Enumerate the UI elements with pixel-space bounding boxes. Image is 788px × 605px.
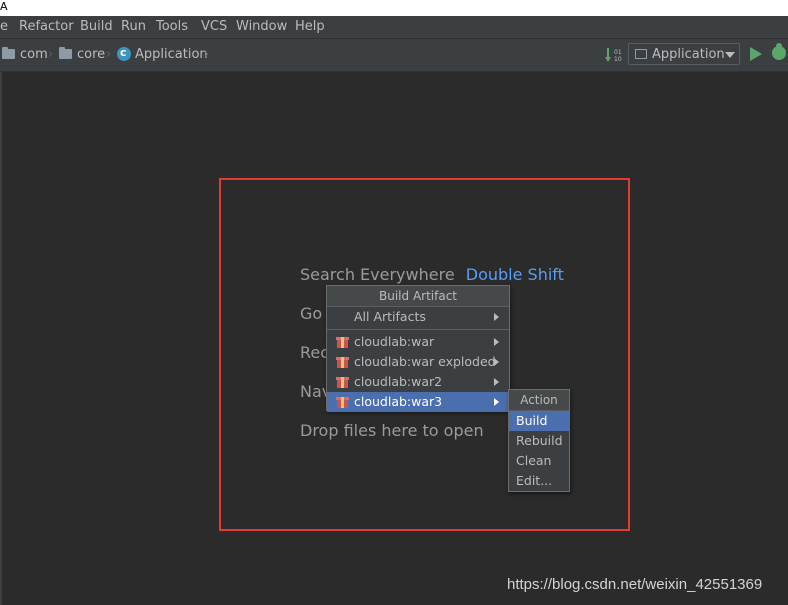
menu-item-help[interactable]: Help <box>295 19 325 34</box>
run-config-icon <box>635 49 647 59</box>
folder-icon <box>59 47 72 59</box>
chevron-right-icon: › <box>106 47 112 62</box>
class-icon: c <box>117 46 131 61</box>
debug-icon[interactable] <box>772 43 786 60</box>
left-tool-strip <box>0 72 2 605</box>
menu-item-tools[interactable]: Tools <box>156 19 188 34</box>
breadcrumb-application[interactable]: Application <box>135 47 208 62</box>
highlight-frame <box>219 178 630 531</box>
menu-item-vcs[interactable]: VCS <box>201 19 227 34</box>
chevron-right-icon: › <box>48 47 54 62</box>
menu-bar: e Refactor Build Run Tools VCS Window He… <box>0 16 788 39</box>
chevron-down-icon <box>725 52 735 58</box>
run-icon[interactable] <box>750 47 762 61</box>
menu-item-run[interactable]: Run <box>121 19 146 34</box>
watermark: https://blog.csdn.net/weixin_42551369 <box>507 576 763 593</box>
breadcrumb-core[interactable]: core <box>77 47 105 62</box>
window-title-fragment: A <box>0 0 8 13</box>
svg-text:01: 01 <box>614 49 622 56</box>
menu-item-file[interactable]: e <box>0 19 8 34</box>
menu-item-build[interactable]: Build <box>80 19 113 34</box>
sort-icon[interactable]: 01 10 <box>605 47 623 63</box>
run-configuration-dropdown[interactable]: Application <box>628 43 740 65</box>
menu-item-refactor[interactable]: Refactor <box>19 19 74 34</box>
window-title-strip: A <box>0 0 788 16</box>
breadcrumb-com[interactable]: com <box>20 47 48 62</box>
svg-text:10: 10 <box>614 56 622 63</box>
chevron-right-icon: › <box>204 47 210 62</box>
menu-item-window[interactable]: Window <box>236 19 287 34</box>
run-configuration-label: Application <box>652 47 725 62</box>
folder-icon <box>2 47 15 59</box>
